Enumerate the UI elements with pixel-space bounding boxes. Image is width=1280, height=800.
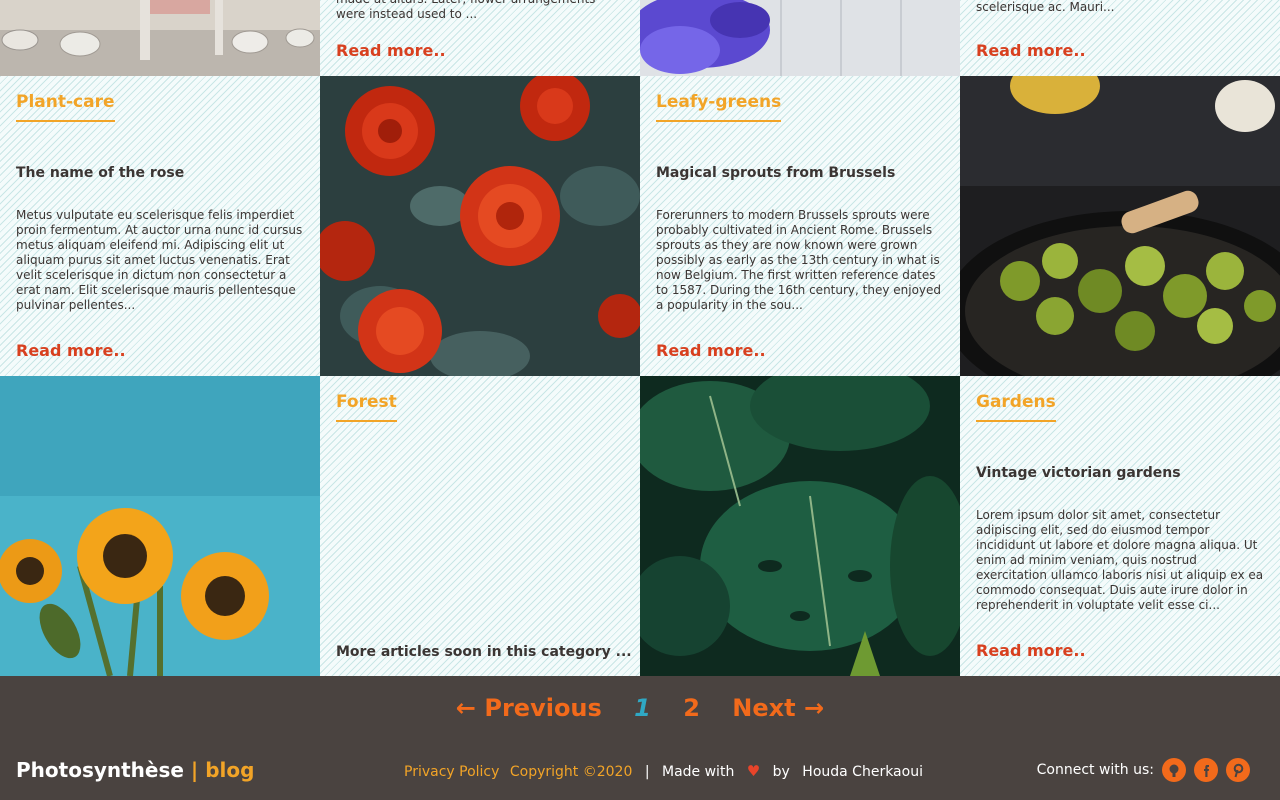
glassware-photo (0, 0, 320, 76)
article-excerpt: Metus vulputate eu scelerisque felis imp… (16, 208, 303, 312)
category-label[interactable]: Leafy-greens (656, 92, 782, 122)
footer-brand[interactable]: Photosynthèse | blog (16, 758, 254, 782)
article-image-sprouts[interactable] (960, 76, 1280, 376)
next-page-link[interactable]: Next → (732, 694, 824, 722)
article-image-glassware[interactable] (0, 0, 320, 76)
brand-name: Photosynthèse (16, 758, 184, 782)
article-title[interactable]: The name of the rose (16, 165, 184, 181)
pagination: ← Previous 1 2 Next → (0, 694, 1280, 722)
read-more-link[interactable]: Read more.. (976, 641, 1086, 660)
github-icon[interactable] (1162, 758, 1186, 782)
sunflowers-photo (0, 376, 320, 676)
article-card: Plant-care The name of the rose Metus vu… (0, 76, 320, 376)
connect-label: Connect with us: (1036, 762, 1154, 778)
category-label[interactable]: Forest (336, 392, 397, 422)
article-card-empty: Forest More articles soon in this catego… (320, 376, 640, 676)
article-card: scelerisque ac. Mauri... Read more.. (960, 0, 1280, 76)
privacy-policy-link[interactable]: Privacy Policy (404, 764, 499, 780)
roses-photo (320, 76, 640, 376)
brand-separator: | (190, 758, 199, 782)
article-excerpt: scelerisque ac. Mauri... (976, 0, 1115, 14)
article-grid: made at altars. Later, flower arrangemen… (0, 0, 1280, 676)
facebook-icon[interactable] (1194, 758, 1218, 782)
article-image-roses[interactable] (320, 76, 640, 376)
social-links: Connect with us: (1037, 758, 1250, 782)
monstera-photo (640, 376, 960, 676)
footer: ← Previous 1 2 Next → Photosynthèse | bl… (0, 676, 1280, 800)
read-more-link[interactable]: Read more.. (656, 341, 766, 360)
heart-icon: ♥ (746, 762, 761, 780)
credits-divider: | (644, 764, 650, 780)
by-text: by (772, 764, 790, 780)
page-1-link[interactable]: 1 (634, 694, 651, 722)
page-2-link[interactable]: 2 (683, 694, 700, 722)
made-with-text: Made with (662, 764, 735, 780)
read-more-link[interactable]: Read more.. (336, 41, 446, 60)
article-title[interactable]: Vintage victorian gardens (976, 465, 1181, 481)
category-label[interactable]: Plant-care (16, 92, 115, 122)
article-card: Gardens Vintage victorian gardens Lorem … (960, 376, 1280, 676)
category-label[interactable]: Gardens (976, 392, 1056, 422)
article-image-lavender[interactable] (640, 0, 960, 76)
read-more-link[interactable]: Read more.. (976, 41, 1086, 60)
article-image-monstera[interactable] (640, 376, 960, 676)
empty-category-note: More articles soon in this category ... (336, 644, 632, 660)
article-image-sunflowers[interactable] (0, 376, 320, 676)
article-card: made at altars. Later, flower arrangemen… (320, 0, 640, 76)
article-title[interactable]: Magical sprouts from Brussels (656, 165, 895, 181)
brand-suffix: blog (205, 758, 255, 782)
copyright-text: Copyright ©2020 (509, 764, 633, 780)
read-more-link[interactable]: Read more.. (16, 341, 126, 360)
previous-page-link[interactable]: ← Previous (456, 694, 602, 722)
pinterest-icon[interactable] (1226, 758, 1250, 782)
article-card: Leafy-greens Magical sprouts from Brusse… (640, 76, 960, 376)
article-excerpt: made at altars. Later, flower arrangemen… (336, 0, 595, 21)
article-excerpt: Lorem ipsum dolor sit amet, consectetur … (976, 508, 1264, 612)
footer-credits: Privacy Policy Copyright ©2020 | Made wi… (404, 762, 923, 780)
author-name: Houda Cherkaoui (802, 764, 923, 780)
lavender-photo (640, 0, 960, 76)
brussels-sprouts-photo (960, 76, 1280, 376)
article-excerpt: Forerunners to modern Brussels sprouts w… (656, 208, 942, 312)
